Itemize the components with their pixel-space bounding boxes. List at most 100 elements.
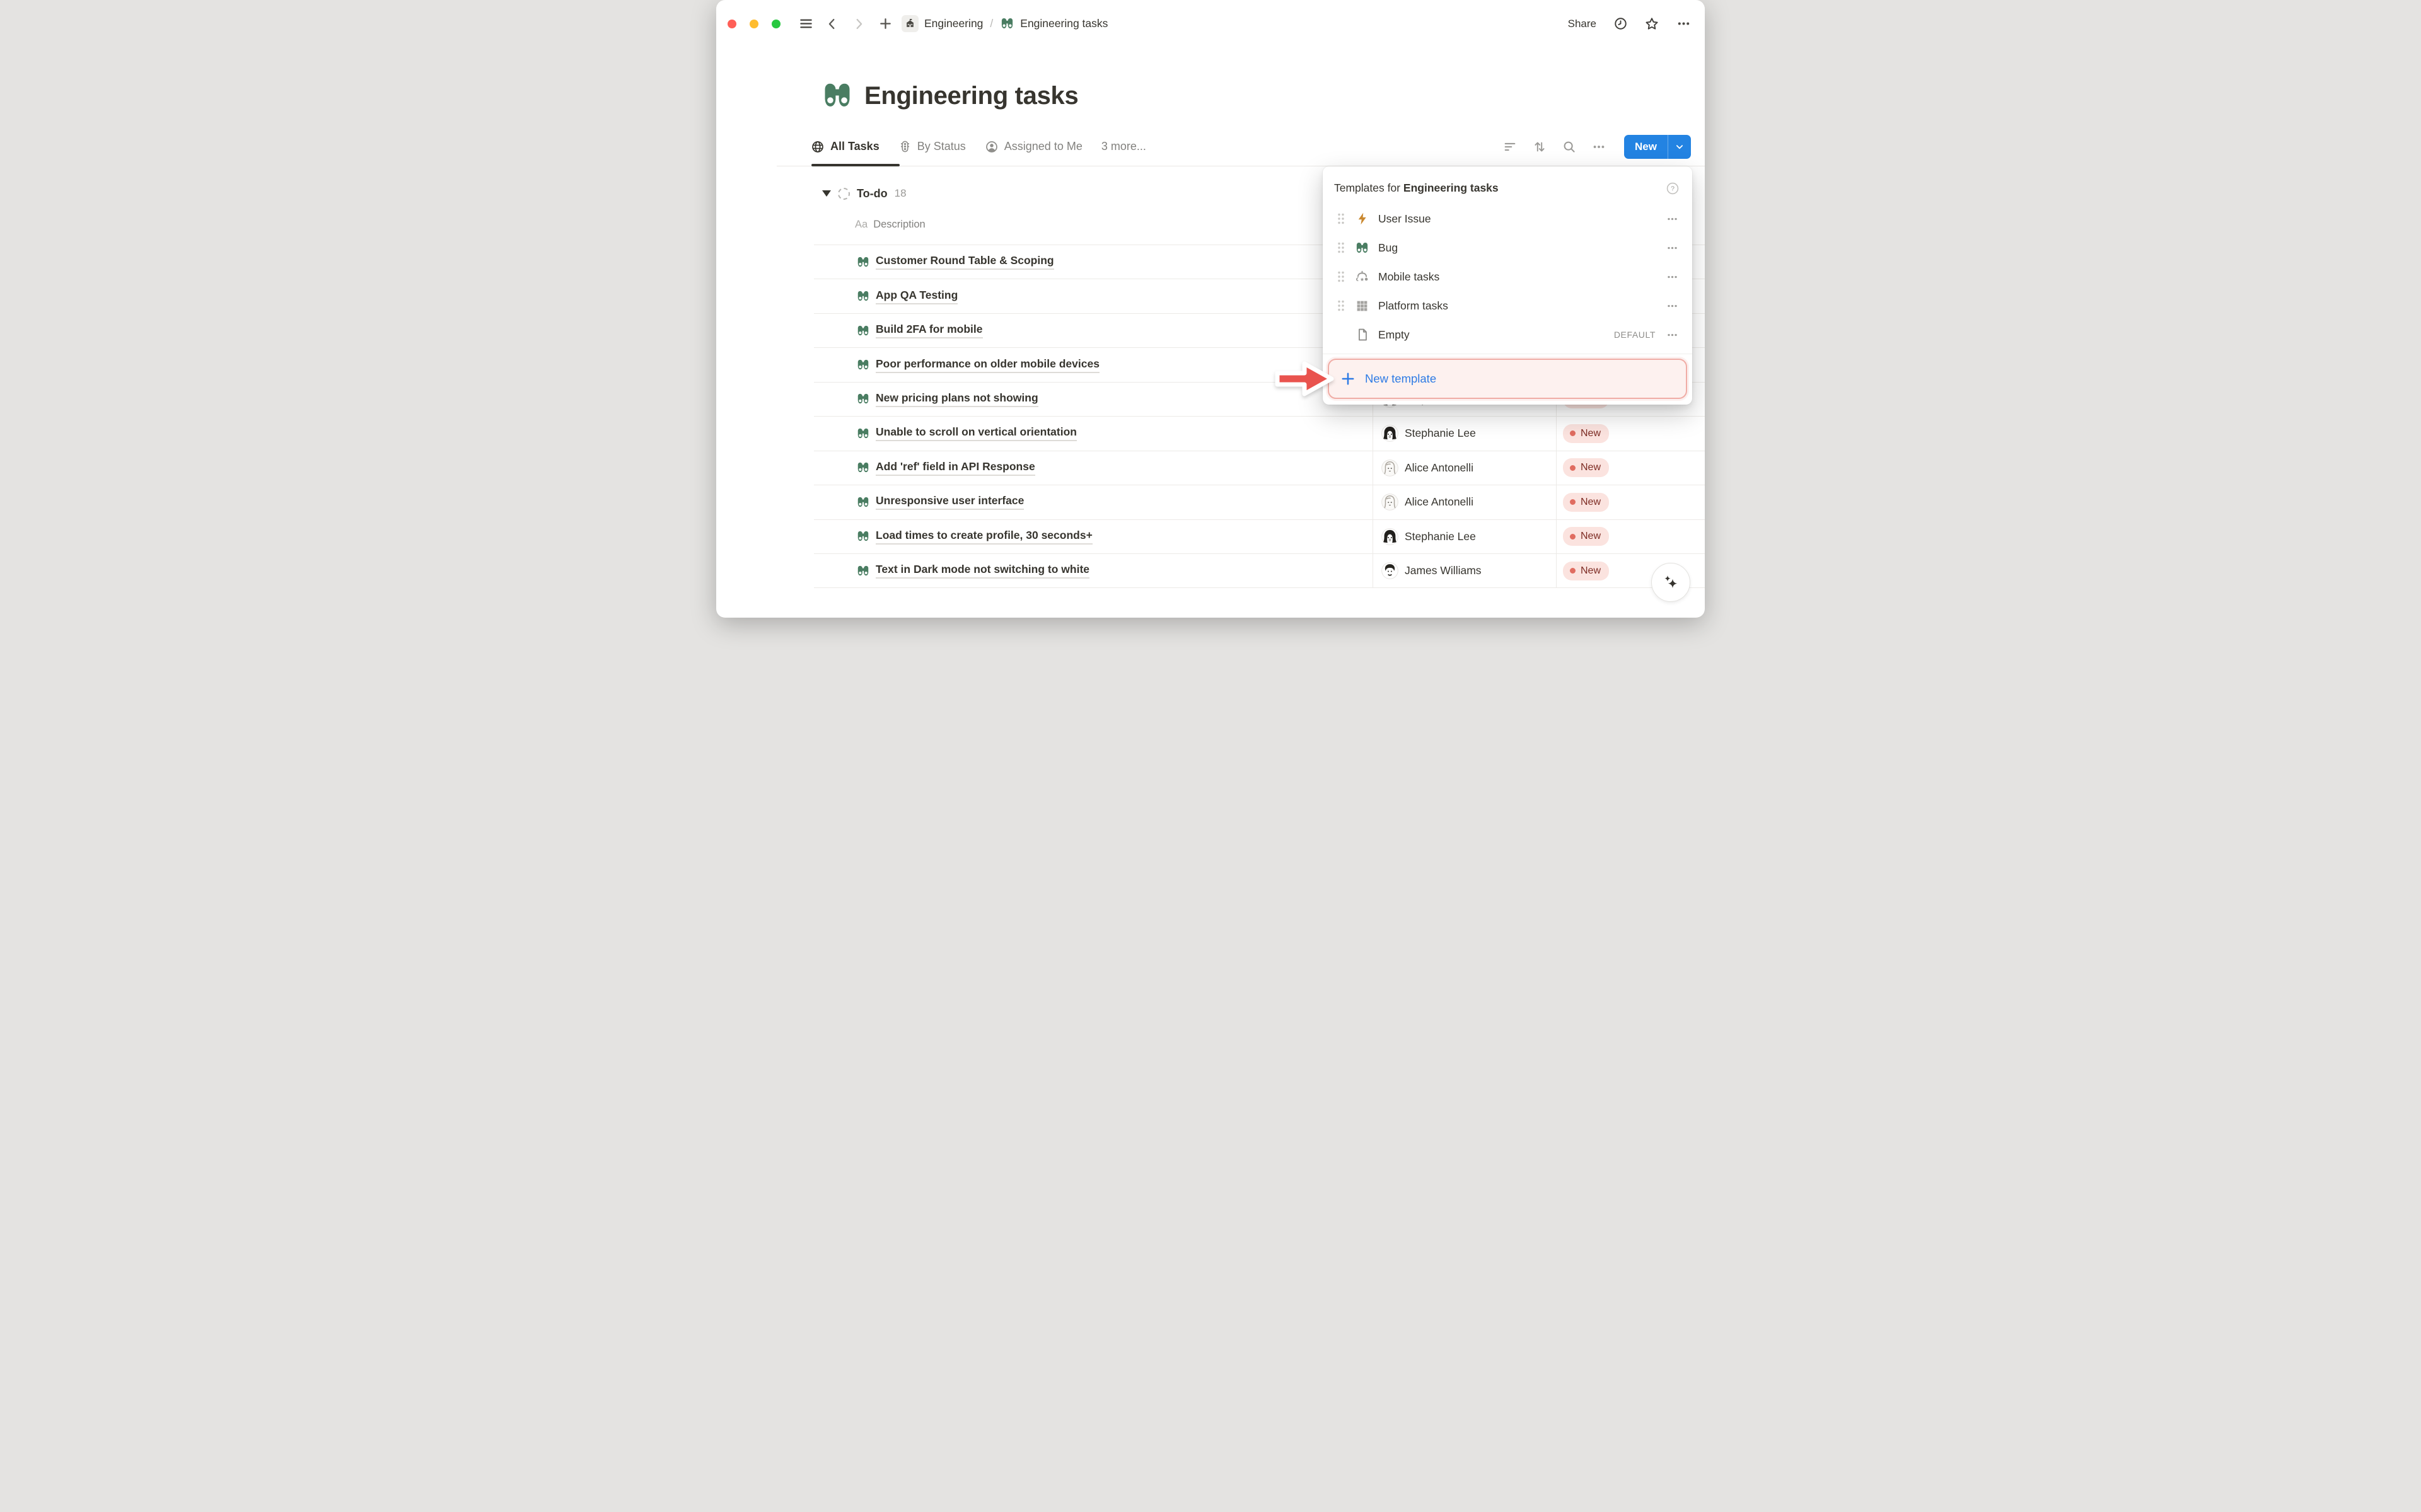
task-title-link[interactable]: Build 2FA for mobile (876, 323, 983, 338)
updates-button[interactable] (1613, 16, 1628, 32)
status-cell[interactable]: New (1563, 417, 1609, 450)
app-window: Engineering / Engineering tasks Share En… (716, 0, 1705, 618)
drag-handle-icon[interactable] (1337, 270, 1345, 284)
new-button-dropdown[interactable] (1668, 135, 1691, 159)
chevron-left-icon (825, 17, 839, 31)
item-more-icon[interactable] (1666, 329, 1678, 341)
drag-handle-icon[interactable] (1337, 299, 1345, 313)
tab-by-status[interactable]: By Status (898, 140, 966, 153)
status-dot (1570, 465, 1576, 471)
sidebar-menu-button[interactable] (798, 16, 813, 32)
baby-mobile-icon (1355, 270, 1369, 284)
tab-label: By Status (917, 140, 966, 153)
person-cell[interactable]: Stephanie Lee (1381, 520, 1476, 553)
table-row[interactable]: Add 'ref' field in API Response Alice An… (814, 451, 1705, 485)
table-row[interactable]: Text in Dark mode not switching to white… (814, 553, 1705, 587)
svg-text:?: ? (1671, 185, 1675, 192)
binoculars-icon (1355, 241, 1369, 255)
person-cell[interactable]: Alice Antonelli (1381, 485, 1473, 519)
person-cell[interactable]: Alice Antonelli (1381, 451, 1473, 485)
template-item-mobile-tasks[interactable]: Mobile tasks (1323, 262, 1692, 291)
status-label: New (1581, 462, 1601, 473)
sort-icon[interactable] (1533, 140, 1547, 154)
help-icon: ? (1666, 182, 1680, 195)
item-more-icon[interactable] (1666, 271, 1678, 283)
new-button-label[interactable]: New (1624, 135, 1668, 159)
table-row[interactable]: Load times to create profile, 30 seconds… (814, 519, 1705, 553)
task-title-link[interactable]: Load times to create profile, 30 seconds… (876, 529, 1093, 545)
status-cell[interactable]: New (1563, 554, 1609, 587)
item-more-icon[interactable] (1666, 242, 1678, 254)
workspace-breadcrumb-item[interactable] (902, 15, 919, 32)
status-cell[interactable]: New (1563, 520, 1609, 553)
status-cell[interactable]: New (1563, 451, 1609, 485)
task-title-link[interactable]: App QA Testing (876, 289, 958, 304)
page-icon-binoculars[interactable] (821, 79, 854, 112)
task-title-link[interactable]: Unresponsive user interface (876, 494, 1024, 510)
close-window-button[interactable] (728, 20, 736, 28)
search-icon[interactable] (1562, 140, 1576, 154)
plus-icon (1340, 371, 1356, 386)
task-title-link[interactable]: Text in Dark mode not switching to white (876, 563, 1089, 579)
avatar (1381, 425, 1398, 442)
collapse-group-toggle[interactable] (822, 190, 831, 197)
templates-popup: Templates for Engineering tasks ? User I… (1323, 166, 1692, 405)
tab-label: 3 more... (1101, 140, 1146, 153)
plus-icon (878, 16, 893, 31)
task-title-link[interactable]: Poor performance on older mobile devices (876, 357, 1100, 373)
status-badge: New (1563, 527, 1609, 546)
binoculars-icon (856, 461, 870, 475)
new-record-button[interactable]: New (1624, 135, 1691, 159)
text-type-icon: Aa (855, 219, 868, 231)
default-badge: DEFAULT (1614, 330, 1656, 340)
template-item-empty[interactable]: Empty DEFAULT (1323, 320, 1692, 349)
person-cell[interactable]: James Williams (1381, 554, 1482, 587)
template-item-platform-tasks[interactable]: Platform tasks (1323, 291, 1692, 320)
sparkles-icon (1661, 572, 1681, 592)
status-cell[interactable]: New (1563, 485, 1609, 519)
task-title-link[interactable]: Add 'ref' field in API Response (876, 460, 1035, 476)
view-more-icon[interactable] (1592, 140, 1606, 154)
task-title-link[interactable]: Unable to scroll on vertical orientation (876, 425, 1077, 441)
template-item-user-issue[interactable]: User Issue (1323, 204, 1692, 233)
window-top-bar: Engineering / Engineering tasks Share (716, 0, 1705, 47)
filter-icon[interactable] (1503, 140, 1517, 154)
template-item-label: Empty (1378, 328, 1410, 342)
breadcrumb-page-label[interactable]: Engineering tasks (1020, 17, 1108, 30)
table-row[interactable]: Unresponsive user interface Alice Antone… (814, 485, 1705, 519)
template-item-bug[interactable]: Bug (1323, 233, 1692, 262)
page-title[interactable]: Engineering tasks (864, 82, 1078, 110)
column-header-description[interactable]: Aa Description (855, 219, 926, 231)
breadcrumb-workspace-label[interactable]: Engineering (924, 17, 983, 30)
share-button[interactable]: Share (1568, 18, 1596, 30)
task-title-link[interactable]: Customer Round Table & Scoping (876, 254, 1054, 270)
person-circle-icon (985, 140, 999, 154)
traffic-light-icon (898, 140, 912, 153)
help-button[interactable]: ? (1666, 182, 1680, 195)
new-template-button[interactable]: New template (1328, 359, 1687, 399)
nav-forward-button[interactable] (851, 16, 866, 32)
zoom-window-button[interactable] (772, 20, 781, 28)
tab-more-views[interactable]: 3 more... (1101, 140, 1146, 153)
task-title-link[interactable]: New pricing plans not showing (876, 391, 1038, 407)
chevron-right-icon (852, 17, 866, 31)
table-row[interactable]: Unable to scroll on vertical orientation… (814, 416, 1705, 450)
binoculars-icon (856, 358, 870, 372)
item-more-icon[interactable] (1666, 213, 1678, 225)
tab-assigned-to-me[interactable]: Assigned to Me (985, 140, 1083, 154)
item-more-icon[interactable] (1666, 300, 1678, 312)
notion-ai-button[interactable] (1651, 563, 1690, 602)
tab-all-tasks[interactable]: All Tasks (811, 140, 880, 154)
drag-handle-icon[interactable] (1337, 241, 1345, 255)
favorite-button[interactable] (1644, 16, 1659, 32)
annotation-arrow-icon (1272, 358, 1337, 400)
group-name[interactable]: To-do (857, 187, 888, 200)
status-badge: New (1563, 493, 1609, 512)
status-label: New (1581, 497, 1601, 508)
nav-back-button[interactable] (825, 16, 840, 32)
minimize-window-button[interactable] (750, 20, 758, 28)
new-page-button[interactable] (878, 16, 893, 32)
person-cell[interactable]: Stephanie Lee (1381, 417, 1476, 450)
page-more-button[interactable] (1676, 16, 1691, 32)
drag-handle-icon[interactable] (1337, 212, 1345, 226)
